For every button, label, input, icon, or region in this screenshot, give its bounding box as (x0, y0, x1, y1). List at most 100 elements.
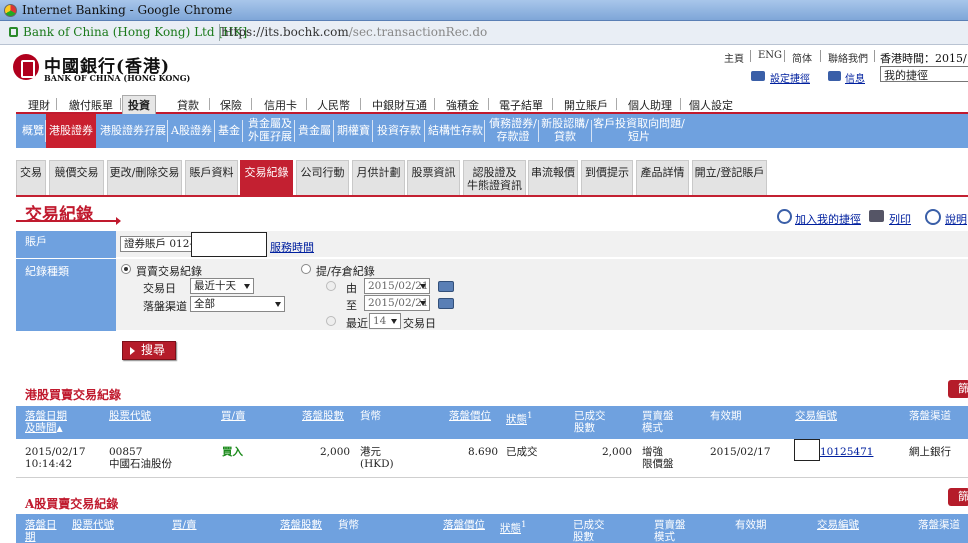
add-favourite-link[interactable]: 加入我的捷徑 (795, 211, 861, 227)
nav-loans[interactable]: 貸款 (177, 97, 199, 113)
nav-investment[interactable]: 投資 (122, 95, 156, 114)
subnav-structured-deposit[interactable]: 結構性存款 (428, 124, 483, 137)
trade-record-radio[interactable] (121, 264, 131, 274)
nav-credit-card[interactable]: 信用卡 (264, 97, 297, 113)
a-th-mode: 買賣盤 模式 (654, 519, 686, 543)
a-th-status-sup: 1 (521, 520, 527, 530)
url-text[interactable]: https://its.bochk.com/sec.transactionRec… (221, 25, 487, 39)
subnav-hk-margin[interactable]: 港股證券孖展 (100, 124, 166, 137)
tab-stock-info[interactable]: 股票資訊 (407, 160, 460, 196)
nav-personal-settings[interactable]: 個人設定 (689, 97, 733, 113)
th-status[interactable]: 狀態1 (506, 410, 533, 426)
channel-select[interactable]: 全部 (190, 296, 285, 312)
nav-insurance[interactable]: 保險 (220, 97, 242, 113)
th-ref-text: 交易編號 (795, 410, 837, 422)
subnav-hk-securities[interactable]: 港股證券 (46, 114, 96, 148)
service-hours-link[interactable]: 服務時間 (270, 239, 314, 255)
nav-boc-connect[interactable]: 中銀財互通 (372, 97, 427, 113)
nav-bill-payment[interactable]: 繳付賬單 (69, 97, 113, 113)
stock-record-label: 提/存倉紀錄 (316, 265, 375, 278)
row-ref-link[interactable]: 10125471 (820, 446, 873, 458)
a-th-side[interactable]: 買/賣 (172, 519, 197, 531)
stock-record-radio[interactable] (301, 264, 311, 274)
a-th-code[interactable]: 股票代號 (72, 519, 114, 531)
from-date-select[interactable]: 2015/02/21 (364, 278, 430, 294)
quicklinks-select[interactable]: 我的捷徑 (880, 66, 968, 82)
tab-warrant-info[interactable]: 認股證及 牛熊證資訊 (463, 160, 526, 196)
address-bar[interactable]: Bank of China (Hong Kong) Ltd [HK] https… (0, 21, 968, 45)
tab-product-details[interactable]: 產品詳情 (636, 160, 689, 196)
tab-open-account[interactable]: 開立/登記賬戶 (692, 160, 767, 196)
nav-rmb[interactable]: 人民幣 (317, 97, 350, 113)
subnav-metals-fx-margin[interactable]: 貴金屬及 外匯孖展 (246, 117, 294, 143)
nav-mpf[interactable]: 強積金 (446, 97, 479, 113)
browser-title-bar: Internet Banking - Google Chrome (0, 0, 968, 21)
message-link[interactable]: 信息 (845, 70, 865, 85)
tab-trade[interactable]: 交易 (16, 160, 46, 196)
recent-unit: 交易日 (403, 317, 436, 330)
a-th-ref[interactable]: 交易編號 (817, 519, 859, 531)
a-th-price[interactable]: 落盤價位 (443, 519, 485, 531)
boc-logo-icon[interactable] (13, 54, 39, 80)
help-link[interactable]: 說明 (945, 211, 967, 227)
to-date-select[interactable]: 2015/02/21 (364, 295, 430, 311)
nav-estatement[interactable]: 電子結單 (499, 97, 543, 113)
tab-auction[interactable]: 競價交易 (49, 160, 104, 196)
hk-filter-button[interactable]: 篩 (948, 380, 968, 398)
nav-open-account[interactable]: 開立賬戶 (564, 97, 608, 113)
tab-modify[interactable]: 更改/刪除交易 (107, 160, 182, 196)
nav-wealth[interactable]: 理財 (28, 97, 50, 113)
tab-account-info[interactable]: 賬戶資料 (185, 160, 238, 196)
subnav-debt-securities[interactable]: 債務證券/存款證 (486, 117, 540, 143)
th-side[interactable]: 買/賣 (221, 410, 246, 422)
a-section-title: A股買賣交易紀錄 (25, 497, 119, 511)
record-type-label: 紀錄種類 (16, 259, 116, 331)
row-status: 已成交 (506, 446, 538, 458)
th-mode: 買賣盤 模式 (642, 410, 674, 434)
a-th-status[interactable]: 狀態1 (500, 519, 527, 535)
hk-section-title: 港股買賣交易紀錄 (25, 388, 122, 402)
row-qty: 2,000 (320, 446, 351, 458)
recent-days-radio[interactable] (326, 316, 336, 326)
a-th-date[interactable]: 落盤日期 (25, 519, 57, 543)
simplified-link[interactable]: 简体 (792, 50, 812, 65)
th-price[interactable]: 落盤價位 (449, 410, 491, 422)
tab-streaming[interactable]: 串流報價 (528, 160, 578, 196)
subnav-investment-deposit[interactable]: 投資存款 (377, 124, 421, 137)
subnav-funds[interactable]: 基金 (218, 124, 240, 137)
tab-price-alert[interactable]: 到價提示 (581, 160, 633, 196)
print-link[interactable]: 列印 (889, 211, 911, 227)
a-th-expiry: 有效期 (735, 519, 767, 531)
contact-link[interactable]: 聯絡我們 (828, 50, 868, 65)
th-status-text: 狀態 (506, 413, 527, 426)
a-th-qty[interactable]: 落盤股數 (280, 519, 322, 531)
logo-english: BANK OF CHINA (HONG KONG) (44, 73, 191, 83)
subnav-a-shares[interactable]: A股證券 (171, 124, 212, 137)
recent-days-select[interactable]: 14 (369, 313, 401, 329)
th-datetime[interactable]: 落盤日期 及時間▲ (25, 410, 67, 435)
tab-transaction-record[interactable]: 交易紀錄 (240, 160, 293, 196)
th-code[interactable]: 股票代號 (109, 410, 151, 422)
subnav-options[interactable]: 期權寶 (337, 124, 370, 137)
th-ref[interactable]: 交易編號 (795, 410, 837, 422)
tab-corporate-action[interactable]: 公司行動 (296, 160, 349, 196)
nav-personal-assistant[interactable]: 個人助理 (628, 97, 672, 113)
subnav-ipo[interactable]: 新股認購/貸款 (540, 117, 590, 143)
search-button[interactable]: 搜尋 (122, 341, 176, 360)
main-nav: 理財 繳付賬單 投資 貸款 保險 信用卡 人民幣 中銀財互通 強積金 電子結單 … (16, 95, 968, 114)
from-calendar-icon[interactable] (438, 281, 454, 292)
subnav-investor-profile[interactable]: 客戶投資取向問題/短片 (593, 117, 685, 143)
subnav-overview[interactable]: 概覽 (22, 124, 44, 137)
to-calendar-icon[interactable] (438, 298, 454, 309)
home-link[interactable]: 主頁 (724, 50, 744, 65)
lock-icon (9, 27, 18, 37)
set-shortcut-link[interactable]: 設定捷徑 (770, 70, 810, 85)
certificate-label[interactable]: Bank of China (Hong Kong) Ltd [HK] (23, 25, 247, 39)
tab-monthly-plan[interactable]: 月供計劃 (352, 160, 405, 196)
date-range-radio[interactable] (326, 281, 336, 291)
subnav-precious-metals[interactable]: 貴金屬 (298, 124, 331, 137)
trade-date-select[interactable]: 最近十天 (190, 278, 254, 294)
eng-link[interactable]: ENG (758, 50, 782, 61)
a-filter-button[interactable]: 篩 (948, 488, 968, 506)
th-qty[interactable]: 落盤股數 (302, 410, 344, 422)
